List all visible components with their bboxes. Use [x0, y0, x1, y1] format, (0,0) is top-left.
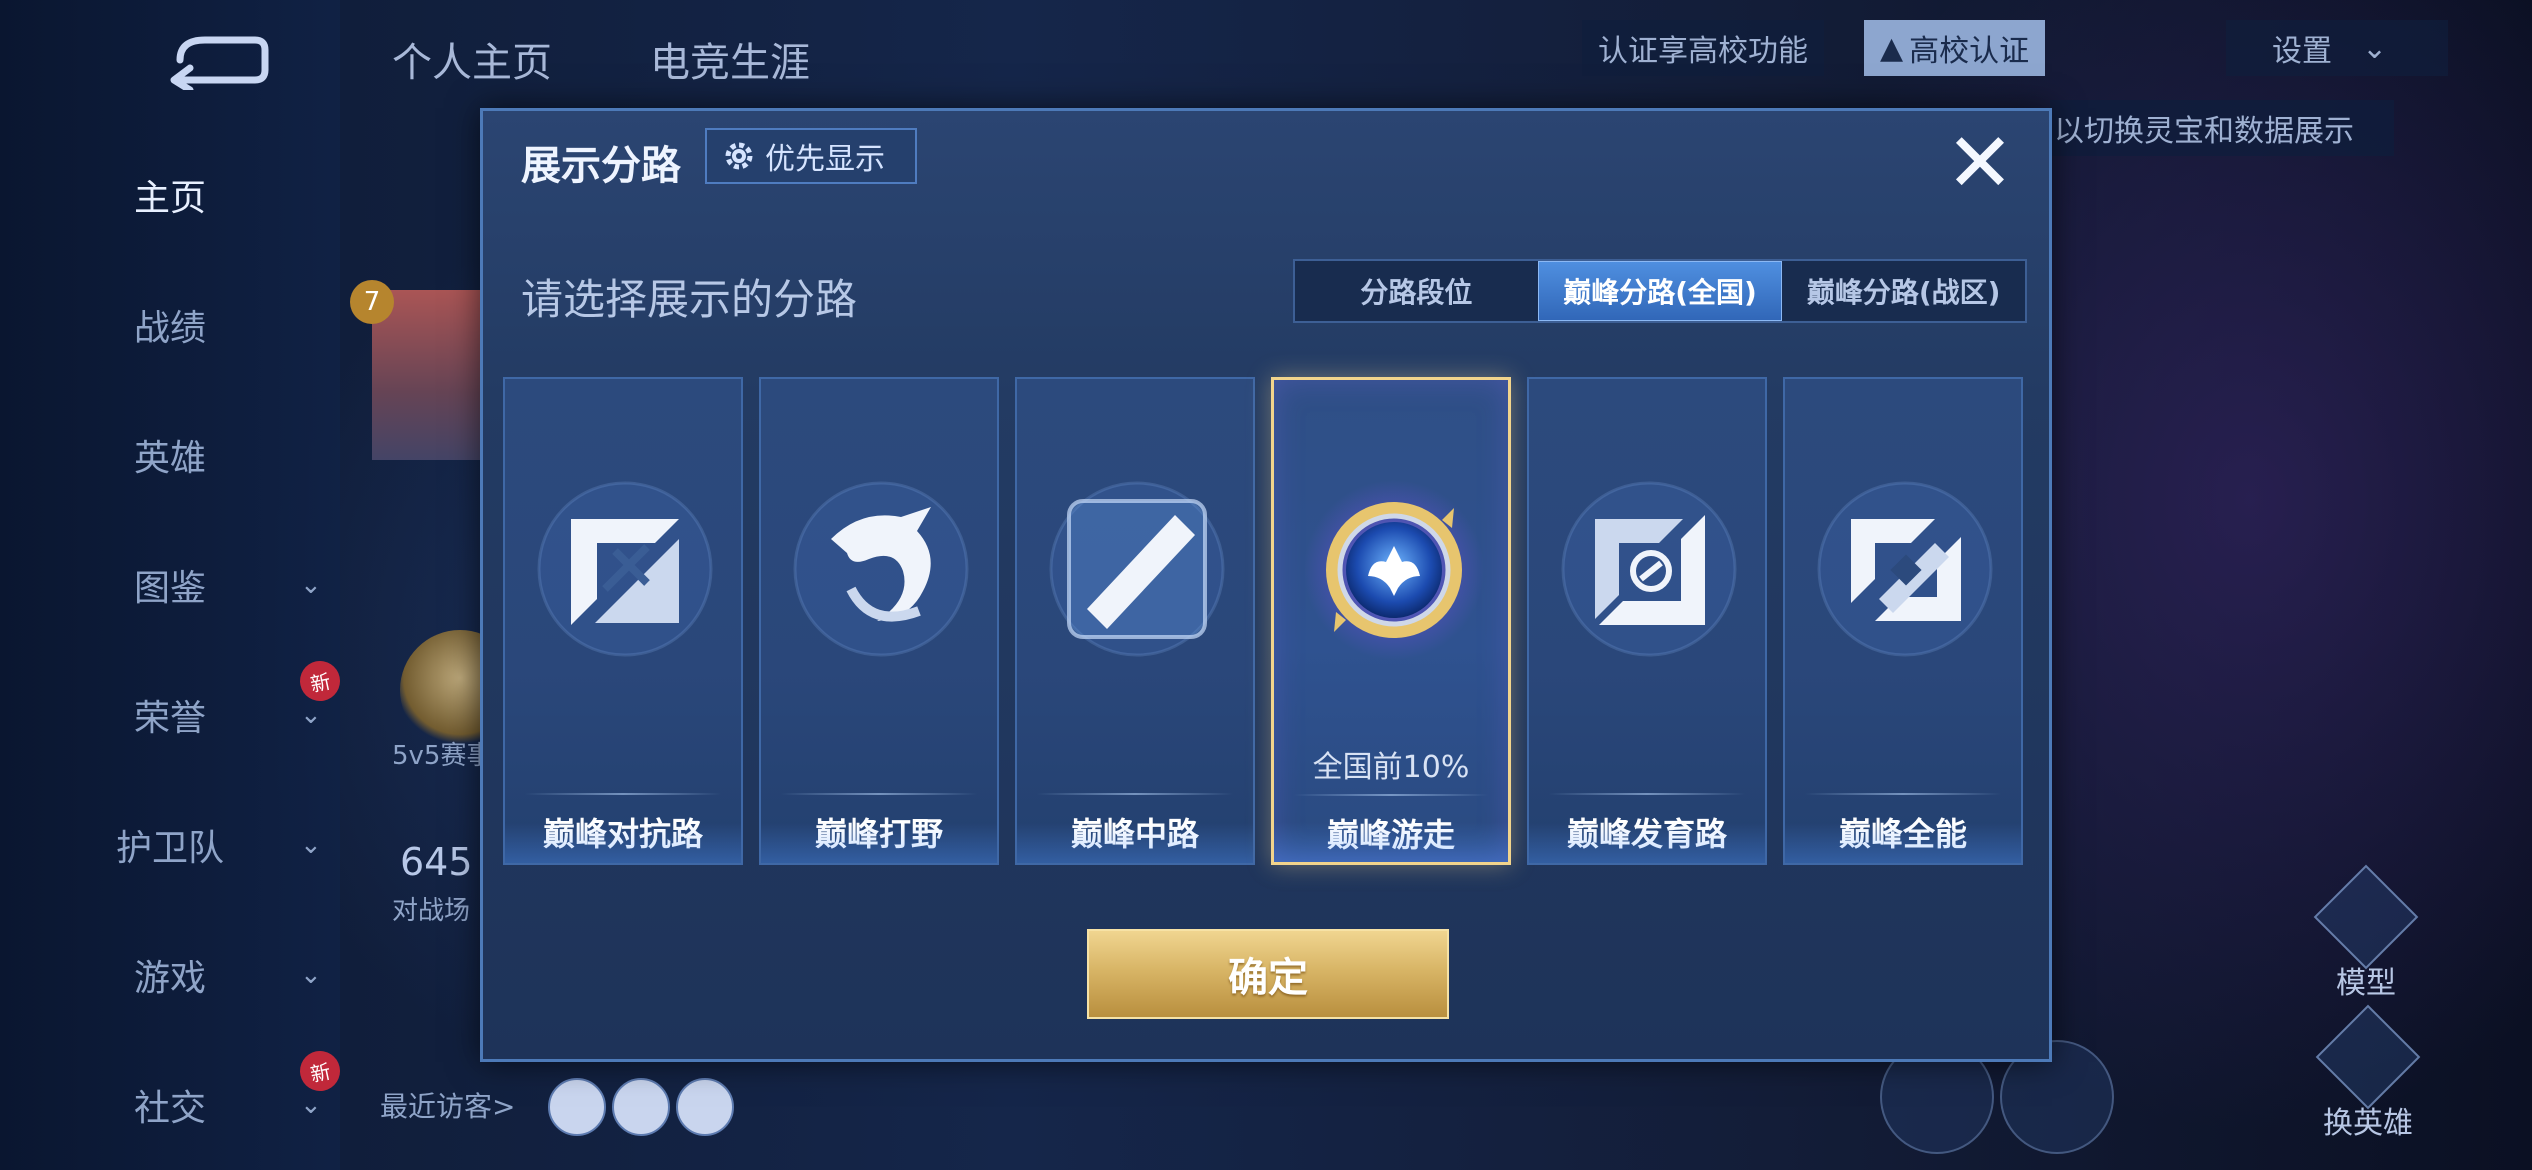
- card-divider: [1037, 793, 1233, 795]
- sidebar-item[interactable]: 主页: [0, 155, 340, 235]
- recent-visitors-link[interactable]: 最近访客>: [380, 1085, 515, 1125]
- priority-display-label: 优先显示: [765, 142, 885, 177]
- chevron-down-icon: ⌄: [300, 700, 322, 730]
- chevron-down-icon: ⌄: [300, 570, 322, 600]
- card-divider: [1294, 794, 1488, 796]
- visitor-avatar[interactable]: [612, 1078, 670, 1136]
- card-glow: [1017, 823, 1253, 863]
- sidebar-item[interactable]: 战绩: [0, 285, 340, 365]
- clash-lane-icon: [535, 479, 715, 659]
- lane-card[interactable]: 巅峰打野: [759, 377, 999, 865]
- visitor-avatar[interactable]: [548, 1078, 606, 1136]
- tab-profile[interactable]: 个人主页: [392, 30, 552, 88]
- match-count: 645: [400, 840, 473, 884]
- switch-hero-button[interactable]: 换英雄: [2315, 1004, 2421, 1142]
- lane-type-tabs: 分路段位 巅峰分路(全国) 巅峰分路(战区): [1293, 259, 2027, 323]
- tab-lane-rank[interactable]: 分路段位: [1295, 261, 1538, 321]
- lane-card[interactable]: 巅峰中路: [1015, 377, 1255, 865]
- settings-dropdown[interactable]: 设置 ⌄: [2226, 20, 2448, 76]
- lane-display-dialog: 展示分路 优先显示 ✕ 请选择展示的分路 分路段位 巅峰分路(全国) 巅峰分路(…: [480, 108, 2052, 1062]
- close-icon[interactable]: ✕: [1945, 123, 2015, 205]
- cert-prompt: 认证享高校功能: [1582, 20, 1824, 76]
- avatar-photo[interactable]: [372, 290, 492, 460]
- hint-text: 以切换灵宝和数据展示: [2050, 100, 2394, 156]
- lane-card[interactable]: 巅峰对抗路: [503, 377, 743, 865]
- select-lane-prompt: 请选择展示的分路: [521, 275, 858, 324]
- card-glow: [505, 823, 741, 863]
- jungle-dragon-icon: [791, 479, 971, 659]
- tab-peak-lane-region[interactable]: 巅峰分路(战区): [1782, 261, 2025, 321]
- lane-rank-percentile: 全国前10%: [1312, 750, 1470, 785]
- settings-label: 设置: [2272, 34, 2332, 69]
- match-count-label: 对战场: [392, 896, 471, 926]
- chevron-down-icon: ⌄: [300, 830, 322, 860]
- sidebar-item-label: 荣誉: [133, 698, 206, 739]
- sidebar-item-label: 社交: [133, 1088, 206, 1129]
- card-glow: [1274, 822, 1508, 862]
- campus-cert-button[interactable]: ▲ 高校认证: [1864, 20, 2046, 76]
- card-divider: [525, 793, 721, 795]
- flame-icon: [2315, 1004, 2421, 1110]
- all-round-icon: [1815, 479, 1995, 659]
- visitor-avatar[interactable]: [676, 1078, 734, 1136]
- dialog-title: 展示分路: [521, 143, 681, 189]
- mode-label: 5v5赛事: [392, 741, 493, 771]
- confirm-button[interactable]: 确定: [1087, 929, 1449, 1019]
- card-glow: [1529, 823, 1765, 863]
- level-badge: 7: [350, 280, 394, 324]
- sidebar-item[interactable]: 护卫队 ⌄: [0, 805, 340, 885]
- chevron-down-icon: ⌄: [300, 960, 322, 990]
- back-arrow-icon[interactable]: [160, 30, 270, 90]
- card-divider: [1549, 793, 1745, 795]
- model-button[interactable]: 模型: [2313, 864, 2419, 1002]
- sidebar-item-label: 战绩: [133, 308, 206, 349]
- sidebar-item-label: 图鉴: [133, 568, 206, 609]
- chevron-down-icon: ⌄: [300, 1090, 322, 1120]
- sidebar-item-label: 主页: [133, 178, 206, 219]
- sidebar-item[interactable]: 英雄: [0, 415, 340, 495]
- card-glow: [1785, 823, 2021, 863]
- sidebar-item-label: 游戏: [133, 958, 206, 999]
- sidebar-item[interactable]: 社交 ⌄ 新: [0, 1047, 344, 1145]
- roam-emblem-icon: [1304, 480, 1484, 660]
- card-divider: [1805, 793, 2001, 795]
- lane-card-selected[interactable]: 全国前10%巅峰游走: [1271, 377, 1511, 865]
- sidebar-item-label: 英雄: [133, 438, 206, 479]
- sidebar-item[interactable]: 游戏 ⌄: [0, 935, 340, 1015]
- tab-peak-lane-national[interactable]: 巅峰分路(全国): [1537, 261, 1783, 321]
- switch-hero-label: 换英雄: [2323, 1106, 2413, 1141]
- card-divider: [781, 793, 977, 795]
- priority-display-button[interactable]: 优先显示: [705, 128, 917, 184]
- card-glow: [761, 823, 997, 863]
- model-label: 模型: [2336, 966, 2396, 1001]
- sidebar-item[interactable]: 荣誉 ⌄ 新: [0, 657, 344, 755]
- gear-icon: [725, 142, 753, 170]
- mountain-icon: ▲: [1880, 30, 1904, 66]
- tab-esports-career[interactable]: 电竞生涯: [650, 30, 810, 88]
- chevron-down-icon: ⌄: [2362, 30, 2388, 66]
- farm-lane-icon: [1559, 479, 1739, 659]
- lane-card[interactable]: 巅峰发育路: [1527, 377, 1767, 865]
- lane-card[interactable]: 巅峰全能: [1783, 377, 2023, 865]
- sidebar-item[interactable]: 图鉴 ⌄: [0, 545, 340, 625]
- sidebar-item-label: 护卫队: [115, 828, 224, 869]
- campus-cert-label: 高校认证: [1909, 34, 2030, 69]
- figure-icon: [2313, 864, 2419, 970]
- mid-lane-icon: [1047, 479, 1227, 659]
